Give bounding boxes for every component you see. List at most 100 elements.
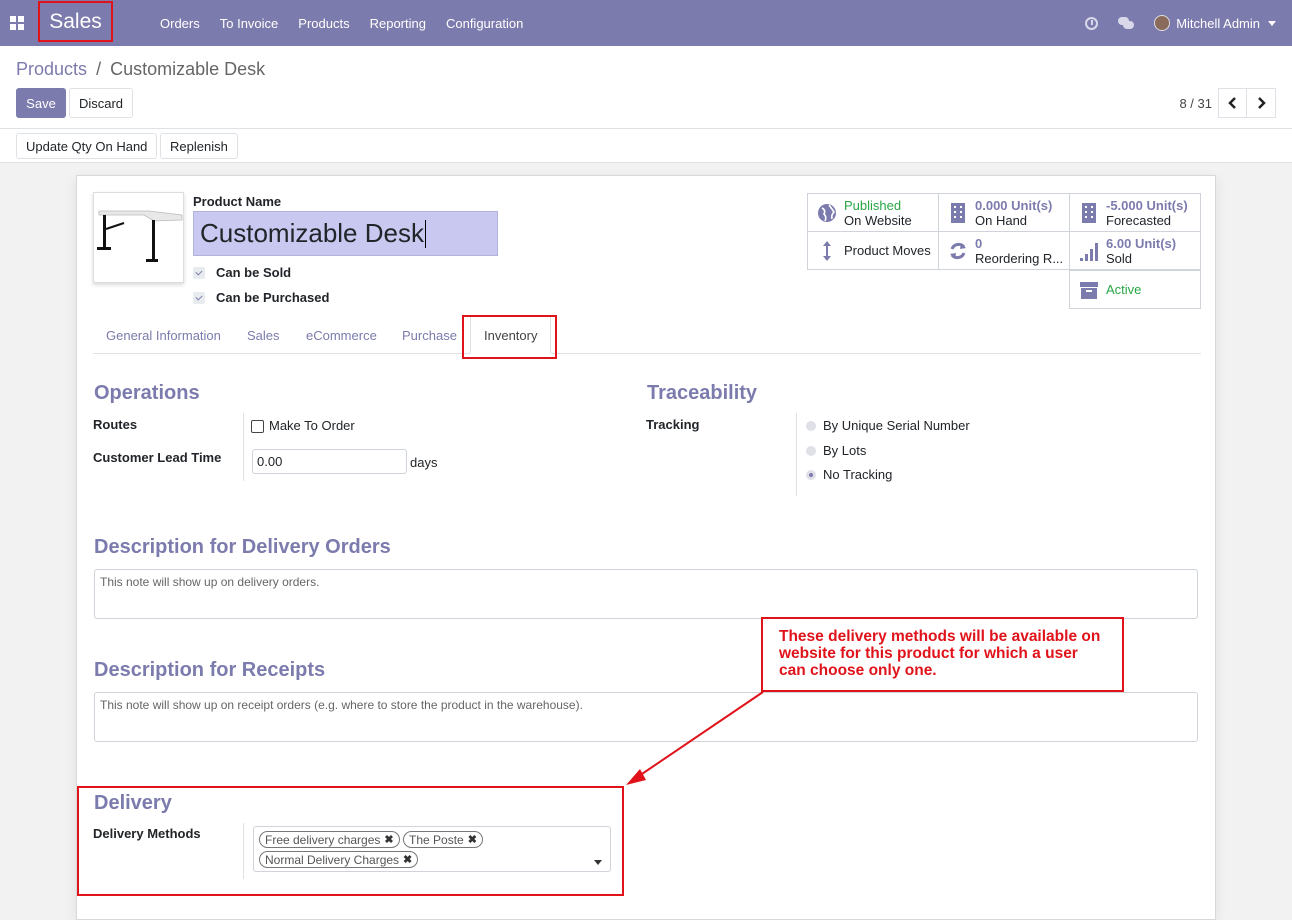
app-brand[interactable]: Sales xyxy=(38,1,113,42)
dropdown-caret-icon[interactable] xyxy=(594,860,602,865)
tag-label: Free delivery charges xyxy=(265,832,381,847)
sold-button[interactable]: 6.00 Unit(s) Sold xyxy=(1069,231,1201,270)
on-hand-value: 0.000 xyxy=(975,197,1008,213)
lead-time-unit: days xyxy=(410,455,438,470)
menu-item-reporting[interactable]: Reporting xyxy=(360,16,436,31)
menu-item-orders[interactable]: Orders xyxy=(150,16,210,31)
operations-divider xyxy=(243,413,244,481)
product-moves-button[interactable]: Product Moves xyxy=(807,231,939,270)
main-menu: Orders To Invoice Products Reporting Con… xyxy=(150,0,533,46)
tag-label: The Poste xyxy=(409,832,464,847)
traceability-title: Traceability xyxy=(647,382,758,404)
operations-title: Operations xyxy=(94,382,200,404)
delivery-title: Delivery xyxy=(94,792,172,814)
reordering-label: Reordering R... xyxy=(975,250,1064,266)
building-icon xyxy=(1082,203,1096,223)
chevron-down-icon[interactable] xyxy=(1268,20,1276,26)
delivery-methods-field[interactable]: Free delivery charges ✖ The Poste ✖ Normal… xyxy=(253,826,611,872)
archive-icon xyxy=(1080,282,1098,299)
on-hand-label: On Hand xyxy=(975,212,1028,228)
sold-label: Sold xyxy=(1106,250,1133,266)
discard-button[interactable]: Discard xyxy=(69,88,133,118)
text-cursor xyxy=(424,219,426,248)
forecasted-value: -5.000 xyxy=(1106,197,1143,213)
forecasted-button[interactable]: -5.000 Unit(s) Forecasted xyxy=(1069,193,1201,232)
product-name-input[interactable]: Customizable Desk xyxy=(193,211,498,256)
systray: Mitchell Admin xyxy=(1085,0,1276,46)
can-be-purchased-row: Can be Purchased xyxy=(193,290,329,305)
on-hand-button[interactable]: 0.000 Unit(s) On Hand xyxy=(938,193,1070,232)
sold-unit: Unit(s) xyxy=(1134,235,1177,251)
radio-dot-selected xyxy=(806,469,816,480)
customer-lead-time-input[interactable]: 0.00 xyxy=(252,449,407,474)
tag-the-poste: The Poste ✖ xyxy=(403,831,483,848)
sold-value: 6.00 xyxy=(1106,235,1132,251)
published-button[interactable]: Published On Website xyxy=(807,193,939,232)
product-name-value: Customizable Desk xyxy=(200,218,424,248)
top-navbar: Sales Orders To Invoice Products Reporti… xyxy=(0,0,1292,46)
tracking-option-label: No Tracking xyxy=(823,467,893,482)
tracking-option-serial[interactable]: By Unique Serial Number xyxy=(806,418,970,433)
product-moves-label: Product Moves xyxy=(844,243,931,258)
pager-previous-button[interactable] xyxy=(1218,88,1247,118)
can-be-sold-row: Can be Sold xyxy=(193,265,291,280)
messaging-icon[interactable] xyxy=(1118,17,1135,29)
smart-buttons: Published On Website 0.000 Unit(s) On Ha… xyxy=(807,193,1201,311)
chevron-right-icon xyxy=(1258,97,1266,109)
form-statusbar: Update Qty On Hand Replenish xyxy=(0,129,1292,163)
on-hand-unit: Unit(s) xyxy=(1011,197,1053,213)
forecasted-text: -5.000 Unit(s) Forecasted xyxy=(1106,198,1188,228)
radio-dot xyxy=(806,445,816,456)
save-button[interactable]: Save xyxy=(16,88,66,118)
make-to-order-row: Make To Order xyxy=(251,418,355,434)
replenish-button[interactable]: Replenish xyxy=(160,133,238,159)
receipts-textarea[interactable]: This note will show up on receipt orders… xyxy=(94,692,1198,742)
update-qty-button[interactable]: Update Qty On Hand xyxy=(16,133,158,159)
pager-value[interactable]: 8 / 31 xyxy=(1179,96,1212,111)
control-panel: Products / Customizable Desk Save Discar… xyxy=(0,46,1292,129)
tab-sales[interactable]: Sales xyxy=(234,316,293,354)
sold-text: 6.00 Unit(s) Sold xyxy=(1106,236,1176,266)
tab-general-information[interactable]: General Information xyxy=(93,316,234,354)
product-image[interactable] xyxy=(93,192,184,283)
activity-clock-icon[interactable] xyxy=(1085,16,1099,30)
menu-item-configuration[interactable]: Configuration xyxy=(436,16,533,31)
signal-bars-icon xyxy=(1080,243,1098,261)
globe-icon xyxy=(818,204,836,222)
inventory-tab-highlight xyxy=(462,315,557,359)
can-be-purchased-checkbox[interactable] xyxy=(193,291,205,304)
on-hand-text: 0.000 Unit(s) On Hand xyxy=(975,198,1052,228)
tag-remove-icon[interactable]: ✖ xyxy=(468,833,477,846)
vertical-arrows-icon xyxy=(823,241,831,261)
user-name[interactable]: Mitchell Admin xyxy=(1176,16,1260,31)
tag-free-delivery: Free delivery charges ✖ xyxy=(259,831,400,848)
tracking-option-label: By Unique Serial Number xyxy=(823,418,970,433)
can-be-sold-label: Can be Sold xyxy=(216,265,292,280)
published-sub: On Website xyxy=(844,212,912,228)
active-toggle-button[interactable]: Active xyxy=(1069,270,1201,309)
delivery-orders-textarea[interactable]: This note will show up on delivery order… xyxy=(94,569,1198,619)
tag-remove-icon[interactable]: ✖ xyxy=(403,853,412,866)
avatar[interactable] xyxy=(1154,15,1171,31)
tracking-option-lots[interactable]: By Lots xyxy=(806,443,866,458)
can-be-sold-checkbox[interactable] xyxy=(193,266,205,279)
receipts-title: Description for Receipts xyxy=(94,659,326,681)
tracking-option-none[interactable]: No Tracking xyxy=(806,467,892,482)
tag-remove-icon[interactable]: ✖ xyxy=(384,833,393,846)
radio-dot xyxy=(806,420,816,431)
tab-purchase[interactable]: Purchase xyxy=(389,316,470,354)
reordering-text: 0 Reordering R... xyxy=(975,236,1063,266)
make-to-order-checkbox[interactable] xyxy=(251,420,264,434)
tab-ecommerce[interactable]: eCommerce xyxy=(293,316,390,354)
breadcrumb: Products / Customizable Desk xyxy=(16,59,265,80)
tracking-option-label: By Lots xyxy=(823,443,867,458)
breadcrumb-separator: / xyxy=(96,59,102,79)
breadcrumb-products[interactable]: Products xyxy=(16,59,87,79)
can-be-purchased-label: Can be Purchased xyxy=(216,290,330,305)
forecasted-label: Forecasted xyxy=(1106,212,1172,228)
menu-item-to-invoice[interactable]: To Invoice xyxy=(210,16,289,31)
reordering-rules-button[interactable]: 0 Reordering R... xyxy=(938,231,1070,270)
apps-menu-icon[interactable] xyxy=(10,16,24,30)
pager-next-button[interactable] xyxy=(1247,88,1276,118)
menu-item-products[interactable]: Products xyxy=(288,16,359,31)
